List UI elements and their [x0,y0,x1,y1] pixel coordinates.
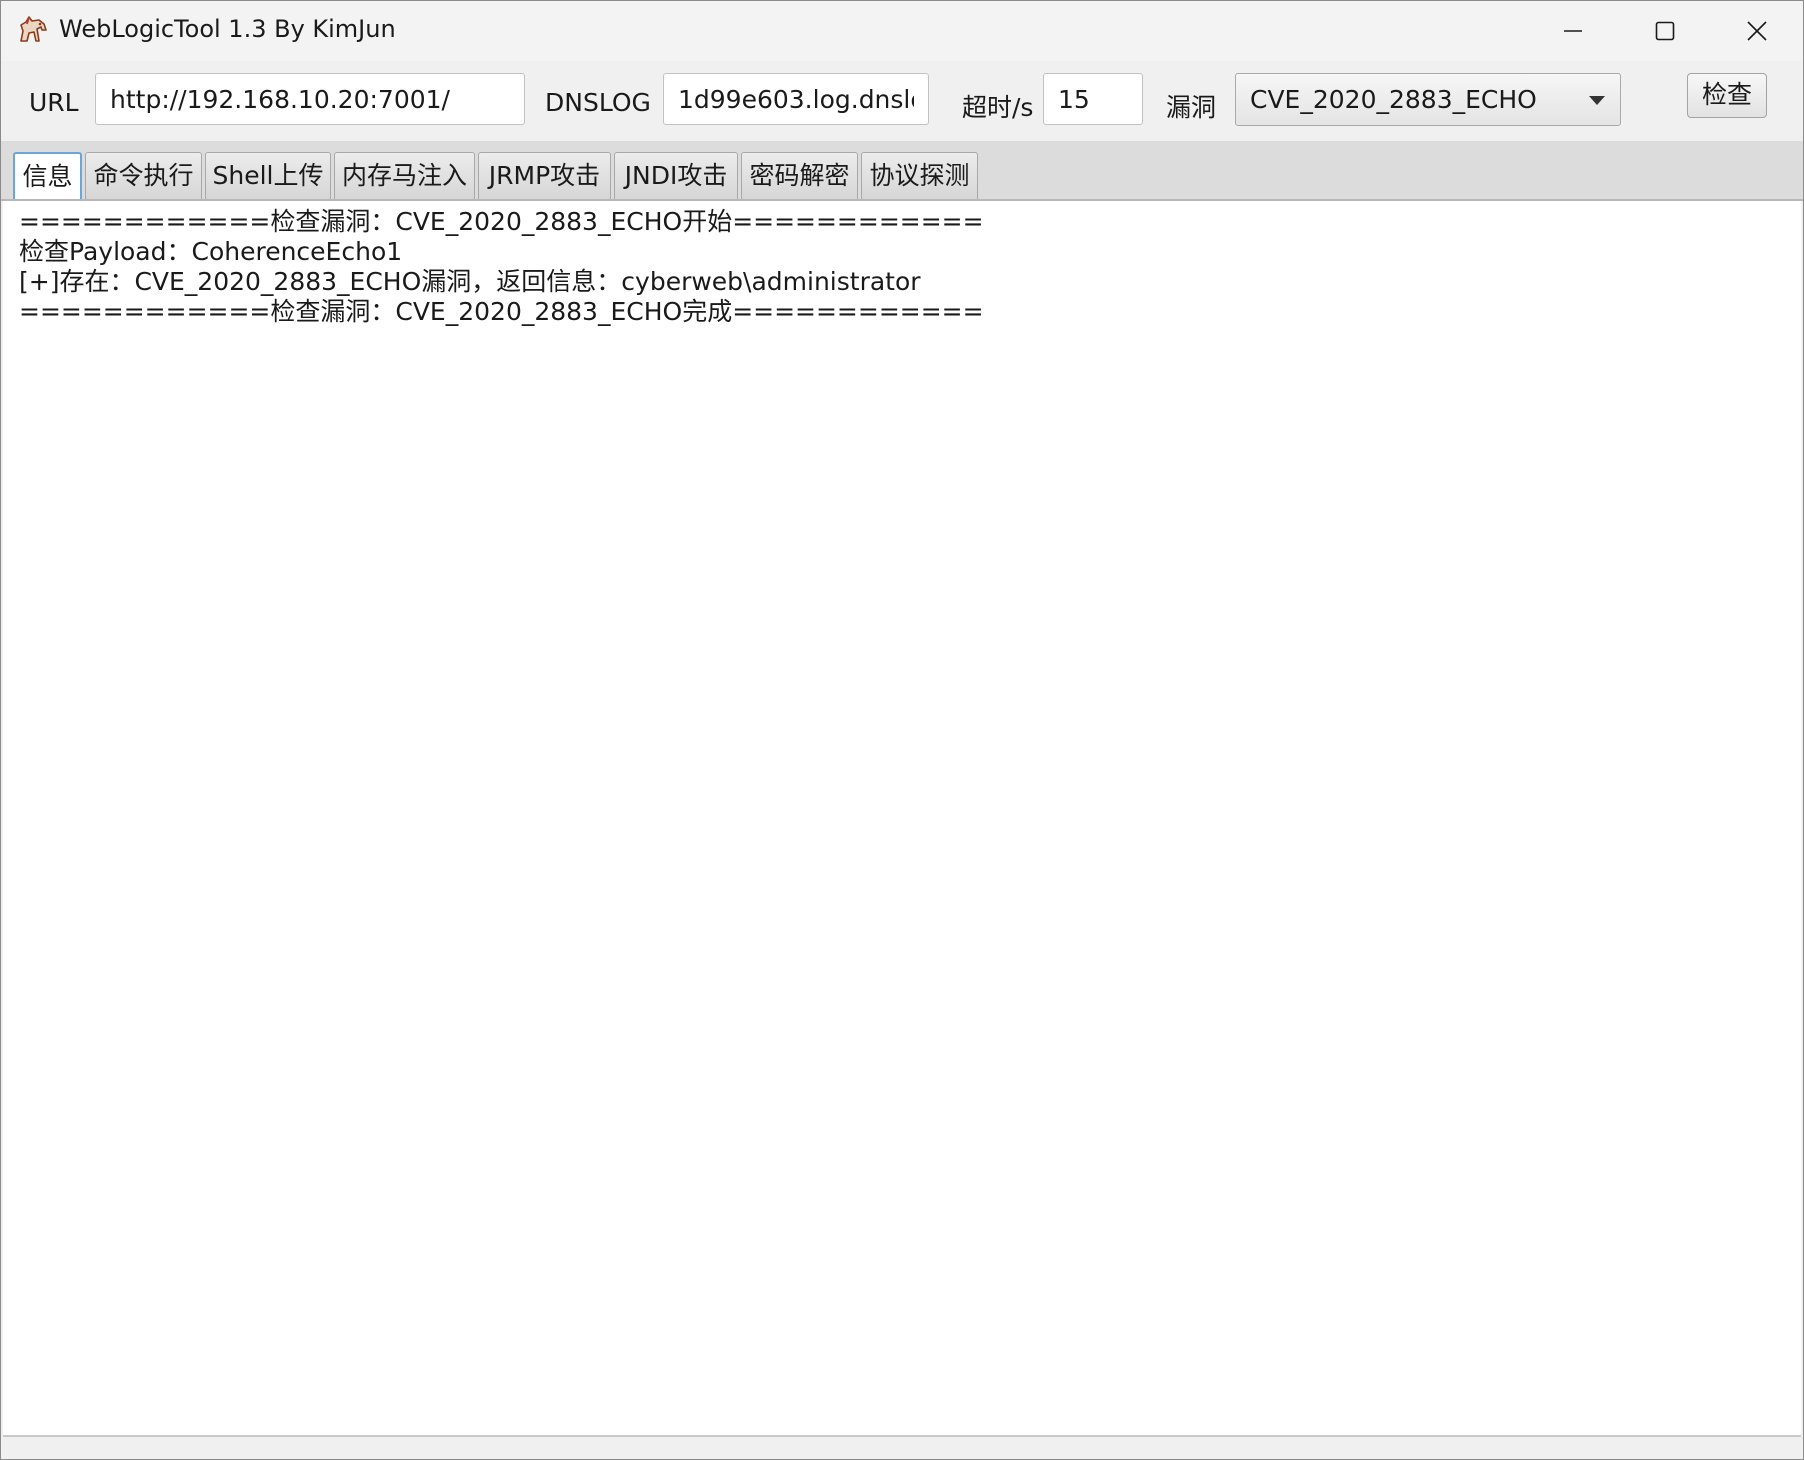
log-line: ============检查漏洞：CVE_2020_2883_ECHO开始===… [19,207,984,236]
tab-info[interactable]: 信息 [13,152,82,199]
minimize-button[interactable] [1527,1,1619,61]
dnslog-label: DNSLOG [545,88,651,117]
tab-memshell-inject[interactable]: 内存马注入 [334,152,475,199]
window-title: WebLogicTool 1.3 By KimJun [59,15,396,43]
close-icon [1747,21,1767,41]
tab-protocol-detect[interactable]: 协议探测 [861,152,978,199]
timeout-label: 超时/s [962,93,1034,122]
tab-command-exec[interactable]: 命令执行 [85,152,202,199]
app-window: WebLogicTool 1.3 By KimJun URL DNSLOG 超时… [0,0,1804,1460]
vuln-select-value: CVE_2020_2883_ECHO [1250,85,1537,114]
timeout-input[interactable] [1043,73,1143,125]
dnslog-input[interactable] [663,73,929,125]
horse-logo-icon [17,15,49,45]
tab-password-decrypt[interactable]: 密码解密 [741,152,858,199]
toolbar: URL DNSLOG 超时/s 漏洞 CVE_2020_2883_ECHO 检查 [1,61,1803,141]
check-button[interactable]: 检查 [1687,73,1767,118]
url-label: URL [29,88,79,117]
minimize-icon [1564,30,1582,32]
maximize-button[interactable] [1619,1,1711,61]
title-bar[interactable]: WebLogicTool 1.3 By KimJun [1,1,1803,61]
tab-jndi-attack[interactable]: JNDI攻击 [614,152,738,199]
url-input[interactable] [95,73,525,125]
tab-jrmp-attack[interactable]: JRMP攻击 [478,152,611,199]
horizontal-scrollbar[interactable] [3,1435,1801,1459]
vuln-select[interactable]: CVE_2020_2883_ECHO [1235,73,1621,126]
log-line: ============检查漏洞：CVE_2020_2883_ECHO完成===… [19,297,984,326]
tab-bar: 信息 命令执行 Shell上传 内存马注入 JRMP攻击 JNDI攻击 密码解密… [1,141,1803,201]
vuln-label: 漏洞 [1166,93,1217,122]
log-line: 检查Payload：CoherenceEcho1 [19,237,403,266]
log-line: [+]存在：CVE_2020_2883_ECHO漏洞，返回信息：cyberweb… [19,267,921,296]
tab-shell-upload[interactable]: Shell上传 [205,152,331,199]
chevron-down-icon [1589,96,1605,105]
maximize-icon [1655,21,1675,41]
close-button[interactable] [1711,1,1803,61]
log-output[interactable]: ============检查漏洞：CVE_2020_2883_ECHO开始===… [3,201,1801,1435]
